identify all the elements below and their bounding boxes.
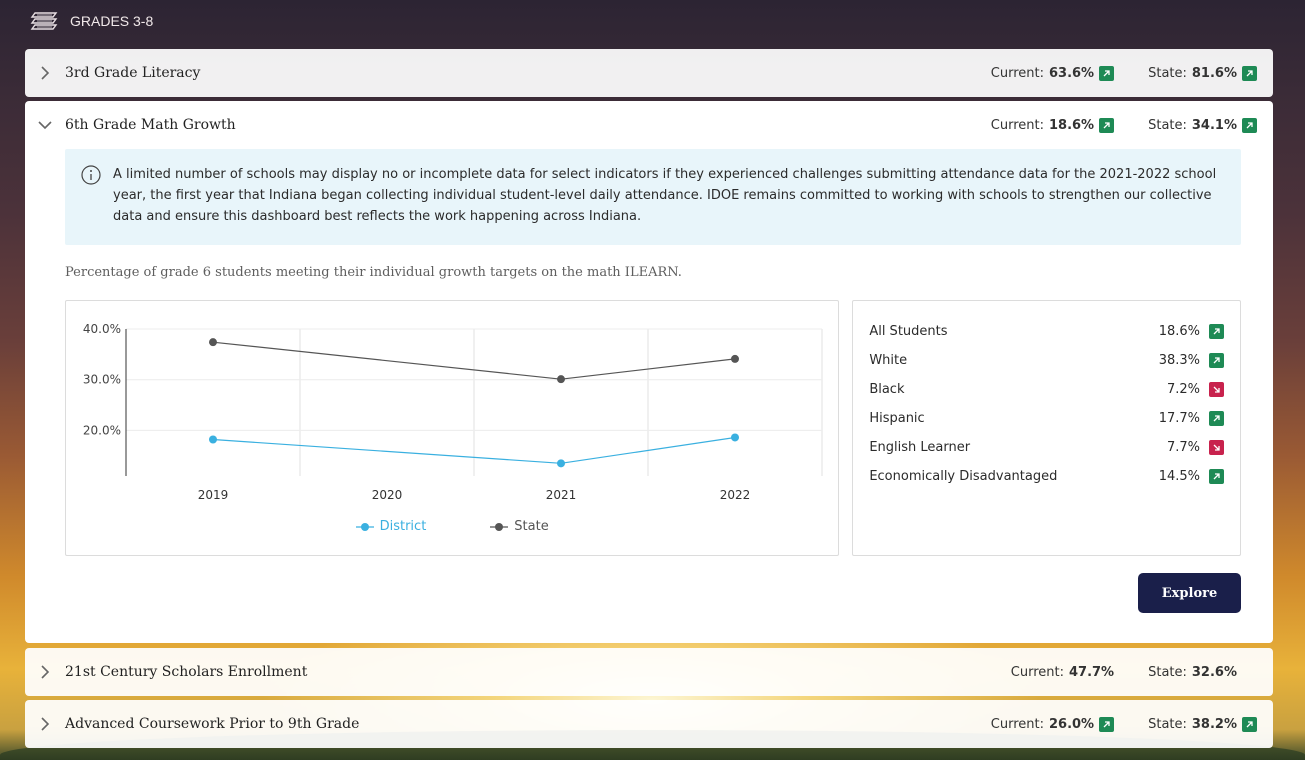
- trend-up-icon: [1242, 65, 1257, 81]
- trend-up-icon: [1099, 65, 1115, 81]
- group-item-economically-disadvantaged: Economically Disadvantaged 14.5%: [869, 462, 1224, 491]
- trend-up-icon: [1099, 117, 1115, 133]
- state-value: 34.1%: [1191, 117, 1237, 133]
- data-point-state: [209, 338, 217, 347]
- data-point-district: [557, 459, 565, 468]
- row-header[interactable]: 21st Century Scholars Enrollment Current…: [25, 648, 1273, 696]
- state-value: 38.2%: [1191, 716, 1237, 732]
- group-value: 7.2%: [1166, 382, 1200, 397]
- trend-up-icon: [1209, 353, 1224, 368]
- legend-district[interactable]: District: [355, 519, 427, 534]
- legend-state[interactable]: State: [490, 519, 549, 534]
- current-value: 63.6%: [1048, 65, 1095, 81]
- group-value: 38.3%: [1158, 353, 1200, 368]
- state-metric: State: 32.6%: [1148, 664, 1237, 680]
- row-header[interactable]: 3rd Grade Literacy Current: 63.6% State:…: [25, 49, 1273, 97]
- chevron-right-icon[interactable]: [37, 65, 53, 81]
- current-metric: Current: 18.6%: [991, 117, 1115, 133]
- state-value: 81.6%: [1191, 65, 1237, 81]
- current-value: 47.7%: [1068, 664, 1115, 680]
- row-title: 3rd Grade Literacy: [65, 65, 201, 81]
- chevron-down-icon[interactable]: [37, 117, 53, 133]
- state-metric: State: 81.6%: [1148, 65, 1257, 81]
- data-point-district: [209, 435, 217, 444]
- current-metric: Current: 47.7%: [1010, 664, 1115, 680]
- trend-down-icon: [1209, 382, 1224, 397]
- chart-legend: District State: [66, 519, 838, 534]
- chevron-right-icon[interactable]: [37, 716, 53, 732]
- indicator-row-3rd-grade-literacy[interactable]: 3rd Grade Literacy Current: 63.6% State:…: [25, 49, 1273, 97]
- group-item-black: Black 7.2%: [869, 375, 1224, 404]
- group-value: 17.7%: [1158, 411, 1200, 426]
- student-group-panel: All Students 18.6% White 38.3% Black 7.2…: [852, 300, 1241, 556]
- row-title: 6th Grade Math Growth: [65, 117, 236, 133]
- stacked-books-icon: [30, 10, 58, 32]
- x-tick-label: 2019: [198, 488, 229, 502]
- current-value: 26.0%: [1048, 716, 1095, 732]
- trend-up-icon: [1099, 716, 1115, 732]
- row-header[interactable]: 6th Grade Math Growth Current: 18.6% Sta…: [25, 101, 1273, 149]
- trend-chart-panel: 40.0% 30.0% 20.0% 2019 2020 2021 2022 District…: [65, 300, 840, 556]
- explore-button[interactable]: Explore: [1138, 573, 1241, 613]
- group-item-white: White 38.3%: [869, 346, 1224, 375]
- x-tick-label: 2021: [546, 488, 577, 502]
- row-title: Advanced Coursework Prior to 9th Grade: [65, 716, 360, 732]
- row-title: 21st Century Scholars Enrollment: [65, 664, 308, 680]
- section-title: GRADES 3-8: [70, 13, 154, 29]
- chevron-right-icon[interactable]: [37, 664, 53, 680]
- group-value: 18.6%: [1158, 324, 1200, 339]
- group-item-all-students: All Students 18.6%: [869, 317, 1224, 346]
- legend-district-marker: [355, 522, 374, 531]
- indicator-row-21st-century-scholars[interactable]: 21st Century Scholars Enrollment Current…: [25, 648, 1273, 696]
- data-notice: A limited number of schools may display …: [65, 149, 1241, 245]
- info-icon: [81, 165, 101, 185]
- legend-state-label: State: [514, 519, 549, 534]
- row-header[interactable]: Advanced Coursework Prior to 9th Grade C…: [25, 700, 1273, 748]
- x-tick-label: 2020: [372, 488, 403, 502]
- legend-district-label: District: [379, 519, 427, 534]
- state-metric: State: 38.2%: [1148, 716, 1257, 732]
- trend-up-icon: [1242, 117, 1257, 133]
- y-tick-label: 40.0%: [83, 322, 121, 336]
- state-value: 32.6%: [1191, 664, 1237, 680]
- group-item-hispanic: Hispanic 17.7%: [869, 404, 1224, 433]
- y-tick-label: 20.0%: [83, 423, 121, 437]
- y-tick-label: 30.0%: [83, 373, 121, 387]
- trend-up-icon: [1209, 411, 1224, 426]
- current-metric: Current: 63.6%: [991, 65, 1115, 81]
- legend-state-marker: [490, 522, 509, 531]
- group-value: 7.7%: [1166, 440, 1200, 455]
- trend-up-icon: [1209, 324, 1224, 339]
- trend-down-icon: [1209, 440, 1224, 455]
- trend-up-icon: [1242, 716, 1257, 732]
- indicator-row-advanced-coursework[interactable]: Advanced Coursework Prior to 9th Grade C…: [25, 700, 1273, 748]
- data-point-state: [557, 375, 565, 384]
- indicator-row-6th-grade-math-growth: 6th Grade Math Growth Current: 18.6% Sta…: [25, 101, 1273, 643]
- indicator-description: Percentage of grade 6 students meeting t…: [65, 265, 682, 280]
- current-metric: Current: 26.0%: [991, 716, 1115, 732]
- section-header: GRADES 3-8: [30, 8, 153, 34]
- group-item-english-learner: English Learner 7.7%: [869, 433, 1224, 462]
- data-point-state: [731, 354, 739, 363]
- group-value: 14.5%: [1158, 469, 1200, 484]
- trend-line-chart: 40.0% 30.0% 20.0% 2019 2020 2021 2022: [83, 322, 823, 502]
- data-point-district: [731, 433, 739, 442]
- x-tick-label: 2022: [720, 488, 751, 502]
- state-metric: State: 34.1%: [1148, 117, 1257, 133]
- current-value: 18.6%: [1048, 117, 1095, 133]
- trend-up-icon: [1209, 469, 1224, 484]
- notice-text: A limited number of schools may display …: [113, 167, 1217, 224]
